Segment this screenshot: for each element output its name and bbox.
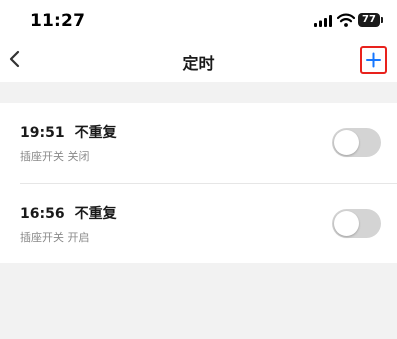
battery-level: 77 — [362, 14, 376, 25]
timer-title: 16:56 不重复 — [20, 203, 117, 223]
timer-description: 插座开关 关闭 — [20, 150, 90, 163]
status-time: 11:27 — [30, 11, 86, 31]
timer-description: 插座开关 开启 — [20, 231, 90, 244]
timer-time: 19:51 — [20, 125, 65, 141]
timer-title: 19:51 不重复 — [20, 122, 117, 142]
timer-toggle[interactable] — [332, 209, 381, 238]
timer-repeat: 不重复 — [74, 206, 117, 222]
add-timer-button[interactable] — [360, 46, 387, 74]
timer-row[interactable]: 16:56 不重复 插座开关 开启 — [0, 184, 397, 264]
signal-icon — [314, 15, 332, 27]
battery-icon: 77 — [358, 13, 384, 27]
toggle-knob — [334, 130, 359, 155]
plus-icon — [366, 52, 381, 68]
toggle-knob — [334, 211, 359, 236]
timer-toggle[interactable] — [332, 128, 381, 157]
page-title: 定时 — [182, 54, 215, 73]
timer-repeat: 不重复 — [74, 125, 117, 141]
nav-bar: 定时 — [0, 40, 397, 82]
status-bar: 11:27 77 — [0, 0, 397, 40]
timer-row[interactable]: 19:51 不重复 插座开关 关闭 — [0, 103, 397, 184]
timer-time: 16:56 — [20, 206, 65, 222]
wifi-icon — [337, 13, 355, 27]
timer-list: 19:51 不重复 插座开关 关闭 16:56 不重复 插座开关 开启 — [0, 103, 397, 263]
